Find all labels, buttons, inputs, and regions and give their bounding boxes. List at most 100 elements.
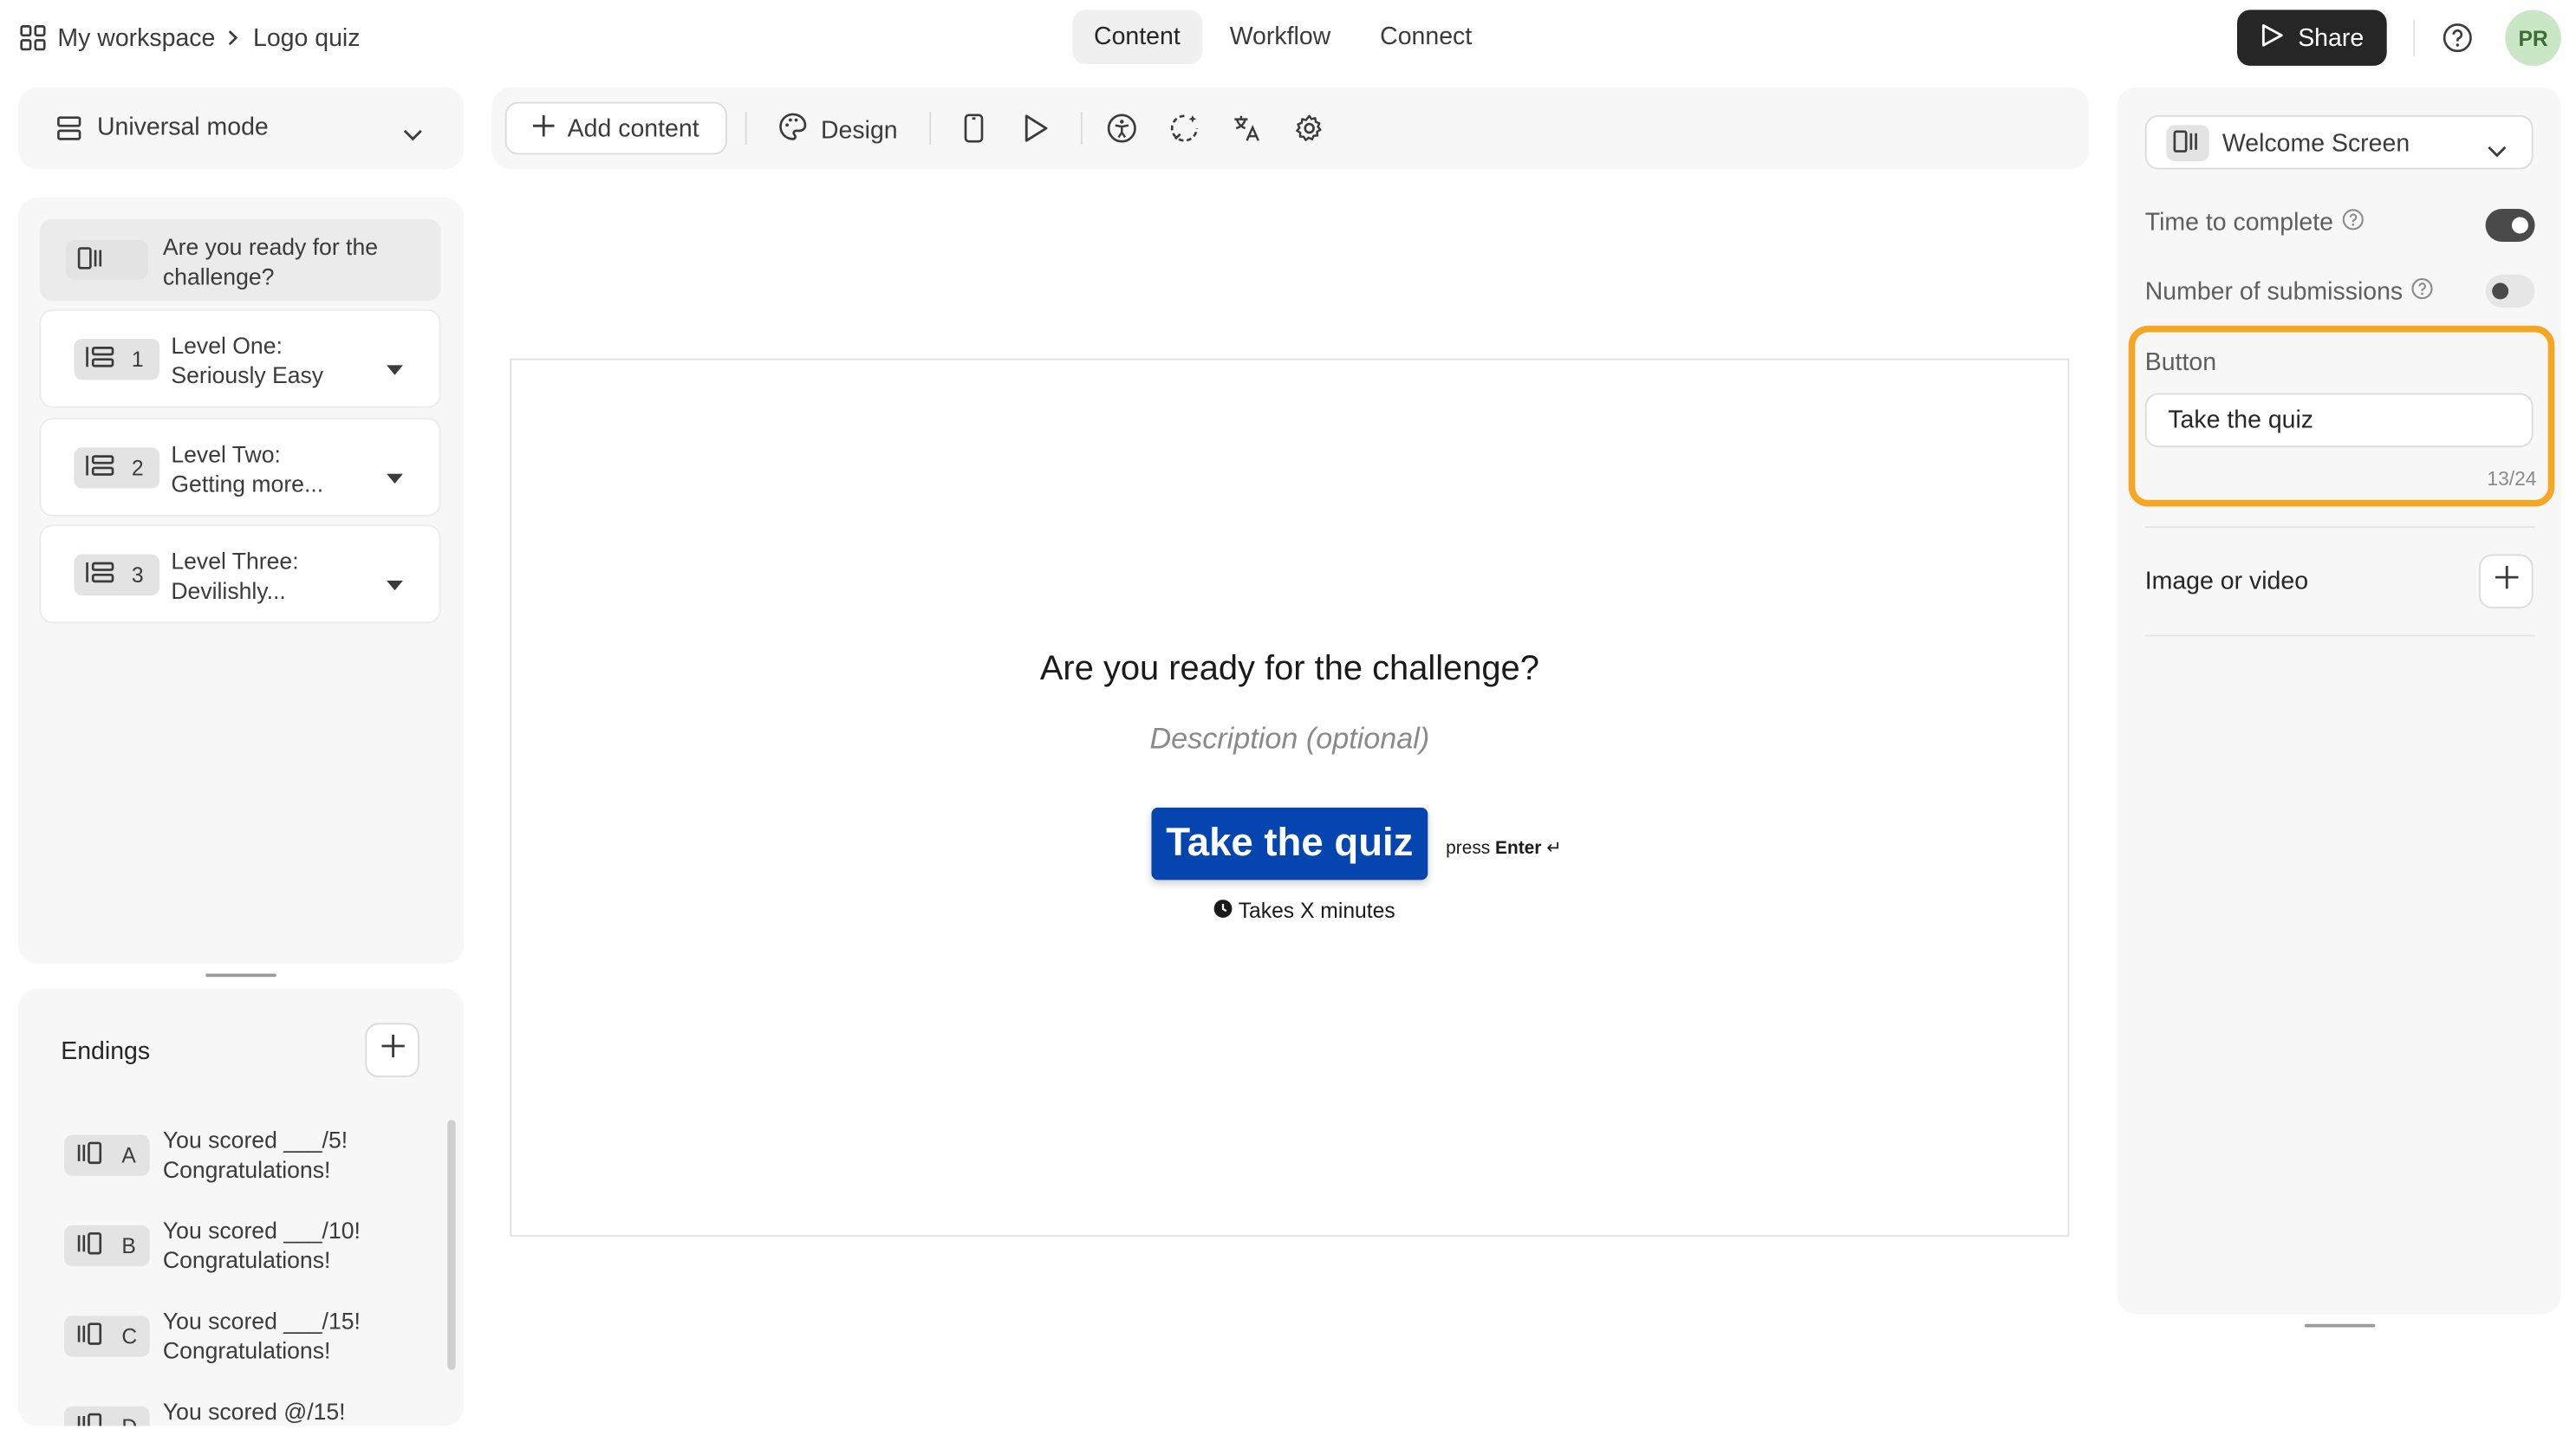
list-item-question-3[interactable]: 3 Level Three: Devilishly... bbox=[39, 524, 441, 624]
list-item-question-2[interactable]: 2 Level Two: Getting more... bbox=[39, 418, 441, 517]
design-button[interactable]: Design bbox=[778, 112, 898, 148]
design-label: Design bbox=[821, 115, 898, 145]
submissions-setting: Number of submissions bbox=[2145, 278, 2433, 306]
breadcrumb-form-name[interactable]: Logo quiz bbox=[253, 24, 360, 52]
caret-down-icon[interactable] bbox=[386, 569, 403, 599]
header-divider bbox=[2413, 19, 2415, 56]
button-settings-section: Button 13/24 bbox=[2128, 325, 2555, 507]
resize-handle[interactable] bbox=[2304, 1323, 2376, 1328]
multiple-choice-icon bbox=[86, 346, 115, 374]
enter-key-icon: ↵ bbox=[1546, 838, 1562, 859]
question-badge: 1 bbox=[74, 338, 160, 380]
toolbar-divider bbox=[745, 112, 747, 146]
toolbar-divider bbox=[1080, 112, 1083, 146]
mode-label: Universal mode bbox=[96, 113, 269, 142]
editor-toolbar: Add content Design bbox=[491, 87, 2090, 170]
screen-type-select[interactable]: Welcome Screen bbox=[2144, 114, 2534, 170]
settings-panel: Welcome Screen Time to complete Number o… bbox=[2117, 87, 2561, 1315]
chevron-down-icon bbox=[2487, 137, 2507, 166]
endings-title: Endings bbox=[61, 1037, 151, 1066]
caret-down-icon[interactable] bbox=[386, 462, 403, 491]
tab-content[interactable]: Content bbox=[1072, 10, 1202, 65]
ending-icon bbox=[75, 1231, 102, 1259]
character-count: 13/24 bbox=[2487, 466, 2537, 491]
question-title-line2: Devilishly... bbox=[171, 577, 286, 604]
time-estimate-text: Takes X minutes bbox=[1238, 898, 1395, 923]
ending-icon bbox=[75, 1141, 102, 1169]
translate-icon[interactable] bbox=[1232, 114, 1261, 152]
welcome-screen-badge bbox=[2166, 125, 2209, 161]
question-title: Level Three: Devilishly... bbox=[171, 546, 298, 605]
avatar[interactable]: PR bbox=[2505, 10, 2561, 66]
ending-letter: C bbox=[121, 1323, 138, 1349]
plus-icon bbox=[381, 1034, 404, 1066]
clock-icon bbox=[1213, 898, 1233, 922]
info-icon[interactable] bbox=[2410, 278, 2433, 306]
add-content-label: Add content bbox=[567, 114, 699, 143]
take-quiz-button[interactable]: Take the quiz bbox=[1151, 807, 1428, 880]
welcome-title[interactable]: Are you ready for the challenge? bbox=[511, 650, 2067, 690]
ending-icon bbox=[75, 1322, 102, 1350]
ending-title: You scored ___/10! Congratulations! bbox=[163, 1215, 426, 1274]
mode-selector[interactable]: Universal mode bbox=[17, 87, 465, 170]
resize-handle[interactable] bbox=[205, 973, 276, 978]
ending-title: You scored ___/15! Congratulations! bbox=[163, 1306, 426, 1365]
submissions-toggle[interactable] bbox=[2485, 274, 2535, 308]
accessibility-icon[interactable] bbox=[1107, 114, 1136, 152]
ai-assist-icon[interactable] bbox=[1169, 114, 1199, 152]
scrollbar[interactable] bbox=[447, 1120, 456, 1370]
add-media-button[interactable] bbox=[2478, 554, 2534, 609]
info-icon[interactable] bbox=[2341, 209, 2364, 237]
settings-gear-icon[interactable] bbox=[1295, 114, 1324, 152]
ending-icon bbox=[75, 1413, 102, 1426]
tab-connect[interactable]: Connect bbox=[1358, 10, 1493, 64]
question-number: 2 bbox=[131, 455, 144, 481]
toggle-knob bbox=[2511, 217, 2528, 234]
ending-title: You scored @/15! bbox=[163, 1396, 426, 1426]
question-badge: 2 bbox=[74, 447, 160, 489]
toolbar-divider bbox=[929, 112, 932, 146]
add-content-button[interactable]: Add content bbox=[504, 101, 727, 155]
palette-icon bbox=[778, 112, 808, 148]
help-icon[interactable] bbox=[2443, 23, 2472, 53]
ending-title: You scored ___/5! Congratulations! bbox=[163, 1125, 426, 1184]
description-placeholder[interactable]: Description (optional) bbox=[511, 722, 2067, 757]
section-divider bbox=[2144, 526, 2535, 529]
section-divider bbox=[2144, 634, 2535, 637]
ending-title-line1: You scored ___/10! bbox=[162, 1217, 361, 1244]
share-button[interactable]: Share bbox=[2237, 10, 2387, 66]
caret-down-icon[interactable] bbox=[386, 354, 403, 383]
mobile-preview-icon[interactable] bbox=[964, 114, 984, 152]
list-item-welcome[interactable]: Are you ready for the challenge? bbox=[39, 218, 441, 302]
question-badge: 3 bbox=[74, 554, 160, 596]
press-label: press bbox=[1446, 838, 1491, 859]
time-estimate: Takes X minutes bbox=[511, 898, 2097, 923]
add-ending-button[interactable] bbox=[365, 1023, 420, 1078]
button-text-input[interactable] bbox=[2144, 393, 2534, 448]
chevron-right-icon bbox=[227, 24, 238, 52]
press-enter-hint: press Enter ↵ bbox=[1446, 837, 1562, 859]
list-item-question-1[interactable]: 1 Level One: Seriously Easy bbox=[39, 309, 441, 408]
submissions-label: Number of submissions bbox=[2144, 277, 2404, 306]
button-section-label: Button bbox=[2144, 348, 2217, 377]
workspace-grid-icon[interactable] bbox=[20, 24, 46, 51]
multiple-choice-icon bbox=[86, 454, 115, 482]
main-tabs: Content Workflow Connect bbox=[1072, 10, 1493, 65]
question-title-line2: Getting more... bbox=[171, 470, 324, 497]
ending-letter: D bbox=[121, 1414, 137, 1426]
time-to-complete-toggle[interactable] bbox=[2485, 209, 2535, 242]
play-preview-icon[interactable] bbox=[1023, 114, 1049, 152]
ending-title-line1: You scored ___/5! bbox=[162, 1126, 348, 1153]
welcome-screen-badge bbox=[65, 240, 148, 280]
ending-title-line2: Congratulations! bbox=[162, 1246, 331, 1273]
toggle-knob bbox=[2492, 283, 2509, 300]
tab-workflow[interactable]: Workflow bbox=[1208, 10, 1352, 64]
welcome-item-title: Are you ready for the challenge? bbox=[162, 233, 379, 290]
mode-icon bbox=[56, 115, 82, 150]
ending-letter: B bbox=[121, 1233, 136, 1258]
breadcrumb-workspace[interactable]: My workspace bbox=[57, 24, 215, 52]
ending-title-line1: You scored ___/15! bbox=[162, 1307, 361, 1335]
question-title-line1: Level Three: bbox=[171, 547, 299, 575]
question-number: 1 bbox=[131, 347, 144, 372]
endings-panel: Endings A You scored ___/5! Congratulati… bbox=[17, 988, 465, 1426]
